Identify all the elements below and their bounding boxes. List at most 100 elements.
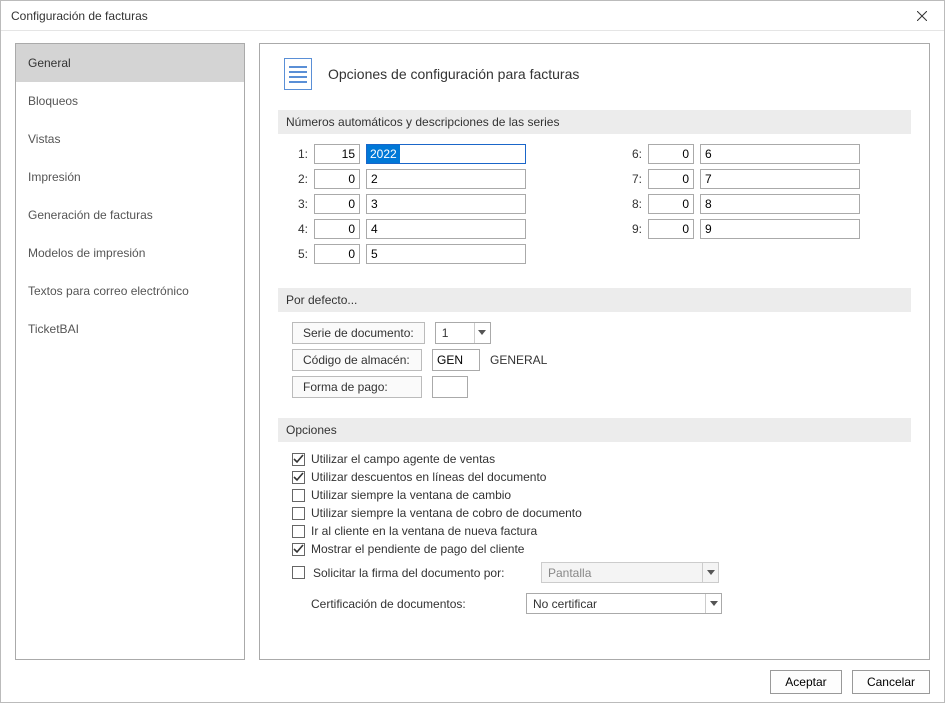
firma-row: Solicitar la firma del documento por: Pan… bbox=[292, 562, 911, 583]
series-col-left: 1: 2022 2: 3: 4: 5: bbox=[292, 144, 526, 264]
default-pago-row: Forma de pago: bbox=[292, 376, 911, 398]
cert-row: Certificación de documentos: No certifica… bbox=[292, 593, 911, 614]
defaults-block: Serie de documento: 1 Código de almacén:… bbox=[278, 322, 911, 398]
sidebar-item-generaci-n-de-facturas[interactable]: Generación de facturas bbox=[16, 196, 244, 234]
serie-value: 1 bbox=[436, 326, 474, 340]
series-label: 4: bbox=[292, 222, 308, 236]
series-row: 3: bbox=[292, 194, 526, 214]
section-options-header: Opciones bbox=[278, 418, 911, 442]
series-label: 2: bbox=[292, 172, 308, 186]
section-series-header: Números automáticos y descripciones de l… bbox=[278, 110, 911, 134]
option-row: Ir al cliente en la ventana de nueva fac… bbox=[292, 524, 911, 538]
option-row: Mostrar el pendiente de pago del cliente bbox=[292, 542, 911, 556]
option-label: Utilizar descuentos en líneas del docume… bbox=[311, 470, 546, 484]
pago-input[interactable] bbox=[432, 376, 468, 398]
series-number-input[interactable] bbox=[314, 244, 360, 264]
sidebar-item-impresi-n[interactable]: Impresión bbox=[16, 158, 244, 196]
series-number-input[interactable] bbox=[648, 219, 694, 239]
serie-label: Serie de documento: bbox=[292, 322, 425, 344]
series-col-right: 6: 7: 8: 9: bbox=[626, 144, 860, 264]
checkbox[interactable] bbox=[292, 471, 305, 484]
series-row: 8: bbox=[626, 194, 860, 214]
series-row: 5: bbox=[292, 244, 526, 264]
checkbox[interactable] bbox=[292, 507, 305, 520]
serie-select[interactable]: 1 bbox=[435, 322, 491, 344]
sidebar-item-general[interactable]: General bbox=[16, 44, 244, 82]
main-header: Opciones de configuración para facturas bbox=[278, 58, 911, 90]
checkbox[interactable] bbox=[292, 566, 305, 579]
panels: GeneralBloqueosVistasImpresiónGeneración… bbox=[15, 43, 930, 660]
option-row: Utilizar el campo agente de ventas bbox=[292, 452, 911, 466]
option-label: Ir al cliente en la ventana de nueva fac… bbox=[311, 524, 537, 538]
option-label: Utilizar el campo agente de ventas bbox=[311, 452, 495, 466]
series-row: 9: bbox=[626, 219, 860, 239]
series-number-input[interactable] bbox=[314, 144, 360, 164]
series-desc-input[interactable] bbox=[700, 169, 860, 189]
series-desc-input[interactable] bbox=[366, 169, 526, 189]
main-title: Opciones de configuración para facturas bbox=[328, 66, 579, 82]
sidebar-item-modelos-de-impresi-n[interactable]: Modelos de impresión bbox=[16, 234, 244, 272]
series-desc-input[interactable] bbox=[700, 144, 860, 164]
close-button[interactable] bbox=[900, 1, 944, 31]
series-label: 5: bbox=[292, 247, 308, 261]
accept-button[interactable]: Aceptar bbox=[770, 670, 842, 694]
sidebar-item-ticketbai[interactable]: TicketBAI bbox=[16, 310, 244, 348]
series-row: 6: bbox=[626, 144, 860, 164]
checkbox[interactable] bbox=[292, 543, 305, 556]
series-label: 6: bbox=[626, 147, 642, 161]
almacen-code-input[interactable] bbox=[432, 349, 480, 371]
main-panel: Opciones de configuración para facturas … bbox=[259, 43, 930, 660]
series-number-input[interactable] bbox=[314, 219, 360, 239]
checkbox[interactable] bbox=[292, 453, 305, 466]
option-row: Utilizar descuentos en líneas del docume… bbox=[292, 470, 911, 484]
series-row: 4: bbox=[292, 219, 526, 239]
series-number-input[interactable] bbox=[314, 194, 360, 214]
option-label: Mostrar el pendiente de pago del cliente bbox=[311, 542, 524, 556]
cert-select[interactable]: No certificar bbox=[526, 593, 722, 614]
series-label: 1: bbox=[292, 147, 308, 161]
dialog-window: Configuración de facturas GeneralBloqueo… bbox=[0, 0, 945, 703]
series-desc-input[interactable]: 2022 bbox=[366, 144, 526, 164]
series-label: 7: bbox=[626, 172, 642, 186]
default-serie-row: Serie de documento: 1 bbox=[292, 322, 911, 344]
close-icon bbox=[917, 11, 927, 21]
series-desc-input[interactable] bbox=[366, 219, 526, 239]
series-desc-input[interactable] bbox=[700, 219, 860, 239]
series-label: 9: bbox=[626, 222, 642, 236]
series-desc-input[interactable] bbox=[700, 194, 860, 214]
chevron-down-icon bbox=[705, 594, 721, 613]
sidebar-item-bloqueos[interactable]: Bloqueos bbox=[16, 82, 244, 120]
series-desc-input[interactable] bbox=[366, 194, 526, 214]
checkbox[interactable] bbox=[292, 489, 305, 502]
series-grid: 1: 2022 2: 3: 4: 5: 6: 7: 8: 9: bbox=[278, 144, 911, 264]
series-label: 3: bbox=[292, 197, 308, 211]
cert-label: Certificación de documentos: bbox=[311, 597, 518, 611]
series-number-input[interactable] bbox=[648, 194, 694, 214]
series-number-input[interactable] bbox=[314, 169, 360, 189]
firma-value: Pantalla bbox=[542, 566, 702, 580]
series-number-input[interactable] bbox=[648, 144, 694, 164]
titlebar: Configuración de facturas bbox=[1, 1, 944, 31]
dialog-body: GeneralBloqueosVistasImpresiónGeneración… bbox=[1, 31, 944, 702]
pago-label: Forma de pago: bbox=[292, 376, 422, 398]
option-label: Utilizar siempre la ventana de cambio bbox=[311, 488, 511, 502]
default-almacen-row: Código de almacén: GENERAL bbox=[292, 349, 911, 371]
checkbox[interactable] bbox=[292, 525, 305, 538]
cancel-button[interactable]: Cancelar bbox=[852, 670, 930, 694]
series-desc-input[interactable] bbox=[366, 244, 526, 264]
dialog-footer: Aceptar Cancelar bbox=[15, 660, 930, 694]
options-block: Utilizar el campo agente de ventas Utiliz… bbox=[278, 452, 911, 614]
sidebar-item-vistas[interactable]: Vistas bbox=[16, 120, 244, 158]
chevron-down-icon bbox=[702, 563, 718, 582]
chevron-down-icon bbox=[474, 323, 490, 343]
cert-value: No certificar bbox=[527, 597, 705, 611]
series-label: 8: bbox=[626, 197, 642, 211]
series-row: 1: 2022 bbox=[292, 144, 526, 164]
series-row: 2: bbox=[292, 169, 526, 189]
series-row: 7: bbox=[626, 169, 860, 189]
almacen-label: Código de almacén: bbox=[292, 349, 422, 371]
series-number-input[interactable] bbox=[648, 169, 694, 189]
firma-select: Pantalla bbox=[541, 562, 719, 583]
firma-label: Solicitar la firma del documento por: bbox=[313, 566, 533, 580]
sidebar-item-textos-para-correo-electr-nico[interactable]: Textos para correo electrónico bbox=[16, 272, 244, 310]
